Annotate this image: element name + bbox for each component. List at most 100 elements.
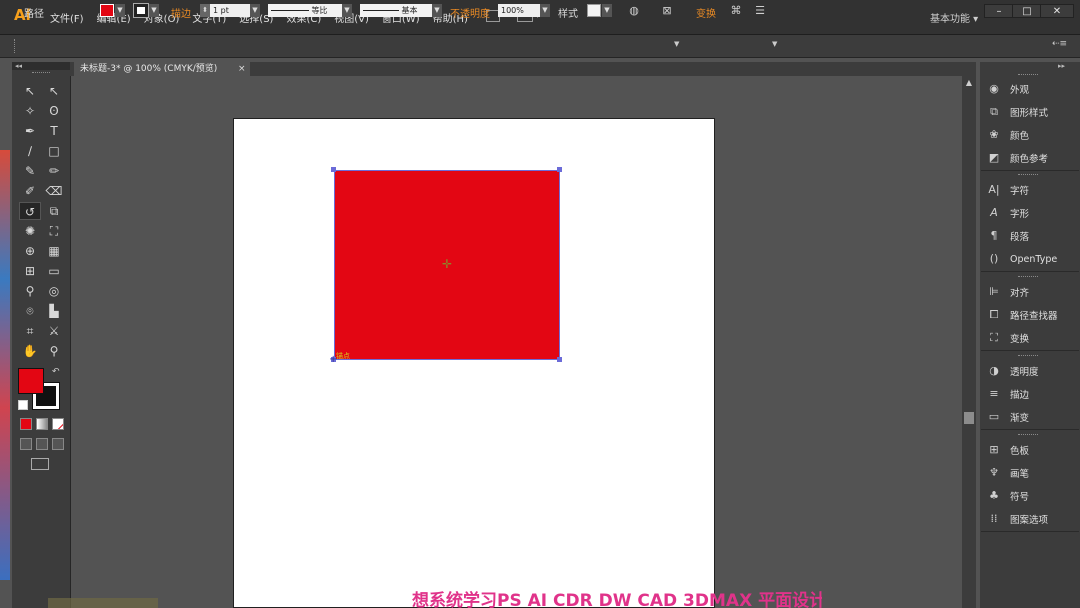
align-chevron-icon[interactable]: ▼ [674, 40, 679, 48]
maximize-button[interactable]: □ [1012, 4, 1042, 18]
tools-grip[interactable] [32, 72, 50, 75]
direct-selection-tool-icon[interactable]: ↖ [43, 82, 65, 100]
scroll-up-icon[interactable]: ▲ [962, 78, 976, 88]
rotate-tool-icon[interactable]: ↺ [19, 202, 41, 220]
style-dropdown-icon[interactable]: ▼ [602, 4, 612, 17]
stroke-dropdown-icon[interactable]: ▼ [149, 4, 159, 17]
draw-inside-icon[interactable] [52, 438, 64, 450]
column-graph-tool-icon[interactable]: ▙ [43, 302, 65, 320]
zoom-tool-icon[interactable]: ⚲ [43, 342, 65, 360]
panel-appearance[interactable]: ◉ 外观 [986, 80, 1029, 98]
panel-glyphs[interactable]: A 字形 [986, 204, 1029, 222]
panel-menu-chevron-icon[interactable]: ▼ [772, 40, 777, 48]
screen-mode-icon[interactable] [31, 458, 49, 470]
stroke-weight-dropdown-icon[interactable]: ▼ [250, 4, 260, 17]
draw-normal-icon[interactable] [20, 438, 32, 450]
shape-builder-tool-icon[interactable]: ⊕ [19, 242, 41, 260]
opacity-field[interactable]: 100% [498, 4, 540, 17]
panel-pattern-options[interactable]: ⁞⁞ 图案选项 [986, 510, 1049, 528]
control-bar-menu-icon[interactable]: ⇠≡ [1052, 39, 1067, 49]
variable-width-profile[interactable]: 等比 [268, 4, 342, 17]
vertical-scroll-thumb[interactable] [964, 412, 974, 424]
panel-paragraph[interactable]: ¶ 段落 [986, 227, 1030, 245]
panel-stroke[interactable]: ≡ 描边 [986, 385, 1029, 403]
stroke-color-swatch[interactable] [133, 3, 149, 18]
transform-label[interactable]: 变换 [696, 5, 716, 20]
color-mode-icon[interactable] [20, 418, 32, 430]
panel-graphic-styles[interactable]: ⧉ 图形样式 [986, 103, 1048, 121]
brush-definition[interactable]: 基本 [360, 4, 432, 17]
graphic-style-swatch[interactable] [587, 4, 601, 17]
type-tool-icon[interactable]: T [43, 122, 65, 140]
default-colors-icon[interactable] [18, 400, 28, 410]
panel-group-grip[interactable] [1018, 276, 1038, 280]
document-setup-icon[interactable]: ☰ [753, 4, 767, 18]
close-tab-icon[interactable]: × [238, 62, 248, 76]
hand-tool-icon[interactable]: ✋ [19, 342, 41, 360]
panel-color[interactable]: ❀ 颜色 [986, 126, 1029, 144]
panel-group-grip[interactable] [1018, 355, 1038, 359]
anchor-point-top-right[interactable] [557, 167, 562, 172]
selection-tool-icon[interactable]: ↖ [19, 82, 41, 100]
blob-brush-tool-icon[interactable]: ✐ [19, 182, 41, 200]
swap-colors-icon[interactable]: ↶ [52, 367, 60, 377]
draw-behind-icon[interactable] [36, 438, 48, 450]
gradient-mode-icon[interactable] [36, 418, 48, 430]
vertical-scrollbar[interactable] [962, 76, 976, 608]
eyedropper-tool-icon[interactable]: ⚲ [19, 282, 41, 300]
panel-pathfinder[interactable]: ⧠ 路径查找器 [986, 306, 1058, 324]
close-window-button[interactable]: ✕ [1040, 4, 1074, 18]
panel-group-grip[interactable] [1018, 174, 1038, 178]
free-transform-tool-icon[interactable]: ⛶ [43, 222, 65, 240]
line-segment-tool-icon[interactable]: ∕ [19, 142, 41, 160]
panel-swatches[interactable]: ⊞ 色板 [986, 441, 1029, 459]
scale-tool-icon[interactable]: ⧉ [43, 202, 65, 220]
pen-tool-icon[interactable]: ✒ [19, 122, 41, 140]
align-options-icon[interactable]: ⊠ [660, 4, 674, 18]
stroke-weight-stepper-icon[interactable]: ⬍ [200, 4, 210, 17]
workspace-switcher[interactable]: 基本功能 ▾ [930, 10, 978, 25]
collapse-tools-icon[interactable]: ◂◂ [15, 62, 22, 70]
panel-character[interactable]: A| 字符 [986, 181, 1029, 199]
panel-transparency[interactable]: ◑ 透明度 [986, 362, 1038, 380]
panel-brushes[interactable]: ♆ 画笔 [986, 464, 1029, 482]
document-tab[interactable]: 未标题-3* @ 100% (CMYK/预览) [74, 62, 250, 76]
perspective-grid-tool-icon[interactable]: ▦ [43, 242, 65, 260]
fill-color-box[interactable] [18, 368, 44, 394]
blend-tool-icon[interactable]: ◎ [43, 282, 65, 300]
lasso-tool-icon[interactable]: ʘ [43, 102, 65, 120]
rectangle-tool-icon[interactable]: □ [43, 142, 65, 160]
opacity-dropdown-icon[interactable]: ▼ [540, 4, 550, 17]
menu-file[interactable]: 文件(F) [50, 10, 84, 25]
slice-tool-icon[interactable]: ⚔ [43, 322, 65, 340]
anchor-point-bottom-right[interactable] [557, 357, 562, 362]
gradient-tool-icon[interactable]: ▭ [43, 262, 65, 280]
magic-wand-tool-icon[interactable]: ✧ [19, 102, 41, 120]
pencil-tool-icon[interactable]: ✏ [43, 162, 65, 180]
none-mode-icon[interactable] [52, 418, 64, 430]
panel-color-guide[interactable]: ◩ 颜色参考 [986, 149, 1048, 167]
opacity-label[interactable]: 不透明度 [450, 5, 490, 20]
symbol-sprayer-tool-icon[interactable]: ⌾ [19, 302, 41, 320]
fill-dropdown-icon[interactable]: ▼ [115, 4, 125, 17]
fill-color-swatch[interactable] [100, 4, 114, 17]
recolor-artwork-icon[interactable]: ◍ [627, 4, 641, 18]
panel-gradient[interactable]: ▭ 渐变 [986, 408, 1029, 426]
panel-group-grip[interactable] [1018, 74, 1038, 78]
panel-opentype[interactable]: () OpenType [986, 250, 1058, 268]
isolate-object-icon[interactable]: ⌘ [729, 4, 743, 18]
stroke-label[interactable]: 描边 [171, 5, 191, 20]
minimize-button[interactable]: – [984, 4, 1014, 18]
artboard-tool-icon[interactable]: ⌗ [19, 322, 41, 340]
panel-align[interactable]: ⊫ 对齐 [986, 283, 1029, 301]
panel-transform[interactable]: ⛶ 变换 [986, 329, 1029, 347]
stroke-weight-field[interactable]: 1 pt [210, 4, 250, 17]
eraser-tool-icon[interactable]: ⌫ [43, 182, 65, 200]
control-bar-grip[interactable] [14, 39, 18, 53]
warp-tool-icon[interactable]: ✺ [19, 222, 41, 240]
paintbrush-tool-icon[interactable]: ✎ [19, 162, 41, 180]
profile-dropdown-icon[interactable]: ▼ [342, 4, 352, 17]
panel-group-grip[interactable] [1018, 434, 1038, 438]
brush-dropdown-icon[interactable]: ▼ [432, 4, 442, 17]
mesh-tool-icon[interactable]: ⊞ [19, 262, 41, 280]
